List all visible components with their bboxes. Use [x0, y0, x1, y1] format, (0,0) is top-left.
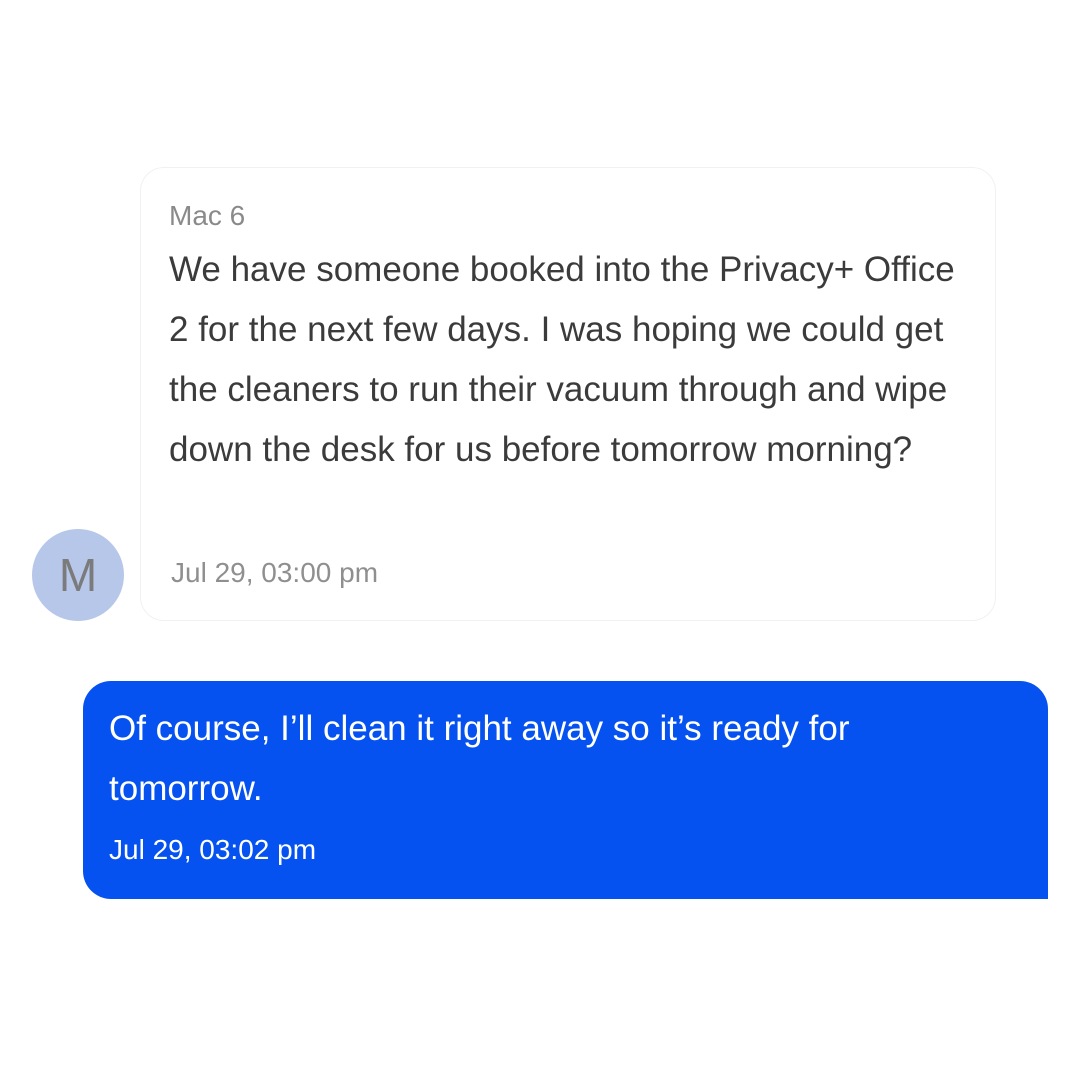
outgoing-message-bubble[interactable]: Of course, I’ll clean it right away so i… [83, 681, 1048, 899]
sender-name: Mac 6 [169, 200, 246, 231]
incoming-message-bubble[interactable]: Mac 6 We have someone booked into the Pr… [140, 167, 996, 621]
avatar[interactable]: M [32, 529, 124, 621]
chat-thread: Mac 6 We have someone booked into the Pr… [0, 0, 1080, 1080]
incoming-message-timestamp: Jul 29, 03:00 pm [171, 557, 379, 588]
avatar-initial: M [58, 549, 98, 601]
outgoing-message-text: Of course, I’ll clean it right away so i… [109, 709, 850, 808]
incoming-message-text: We have someone booked into the Privacy+… [169, 250, 955, 469]
outgoing-message-timestamp: Jul 29, 03:02 pm [109, 834, 317, 865]
